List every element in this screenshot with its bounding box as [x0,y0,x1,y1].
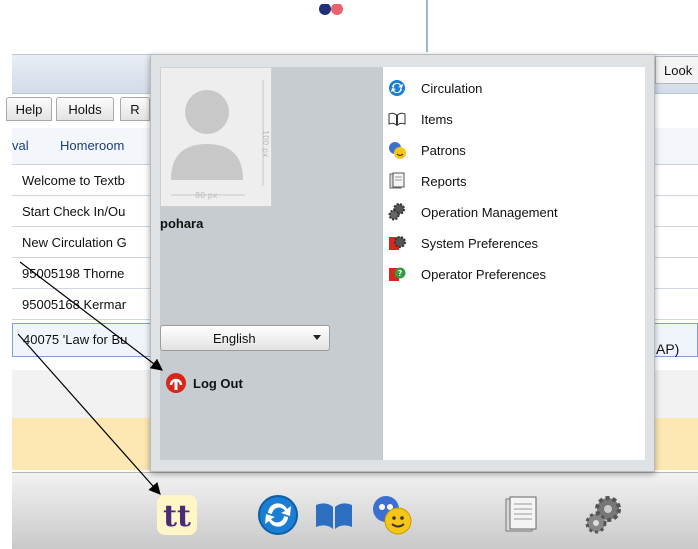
svg-text:?: ? [398,269,403,278]
reports-icon[interactable] [498,493,542,537]
operation-management-icon[interactable] [582,493,626,537]
menu-item-label: Items [421,111,453,127]
avatar-placeholder-icon: 100 px 80 px [171,80,270,200]
menu-item-items[interactable]: Items [388,107,453,131]
menu-item-patrons[interactable]: Patrons [388,138,466,162]
avatar: 100 px 80 px [160,67,272,207]
circulation-icon[interactable] [256,493,300,537]
items-icon [388,112,406,127]
photo-height-label: 100 px [261,130,270,158]
circulation-icon [389,80,405,96]
logout-button[interactable]: Log Out [165,372,243,394]
subnav-link-homeroom[interactable]: Homeroom [60,138,124,153]
photo-width-label: 80 px [195,191,218,200]
logout-icon [166,373,186,393]
menu-item-label: System Preferences [421,235,539,251]
app-logo-fragment [319,4,343,15]
operation-management-icon [388,203,405,221]
reports-icon [389,172,405,189]
patrons-icon[interactable] [370,493,414,537]
svg-text:tt: tt [163,499,191,534]
lookup-button[interactable]: Look [655,56,698,84]
language-select[interactable]: English [160,325,330,351]
menu-item-label: Patrons [421,142,466,158]
logout-label: Log Out [193,375,243,391]
tab-help[interactable]: Help [6,97,52,121]
patrons-icon [389,142,406,159]
menu-item-operation-management[interactable]: Operation Management [388,200,558,224]
menu-item-circulation[interactable]: Circulation [388,76,482,100]
subnav-link-val[interactable]: val [12,138,29,153]
menu-item-label: Reports [421,173,467,189]
username: pohara [160,216,204,231]
menu-item-label: Operation Management [421,204,558,220]
tab-truncated[interactable]: R [120,97,150,121]
menu-item-operator-preferences[interactable]: ? Operator Preferences [388,262,546,286]
chevron-down-icon [313,335,321,340]
items-icon[interactable] [312,493,356,537]
language-label: English [213,331,256,346]
tab-holds[interactable]: Holds [56,97,114,121]
system-preferences-icon [389,236,406,250]
textbook-tracker-logo-icon[interactable]: tt [155,493,199,537]
divider [426,0,428,52]
menu-item-system-preferences[interactable]: System Preferences [388,231,538,255]
operator-preferences-icon: ? [389,267,406,281]
row-tail-text: AP) [656,341,680,357]
menu-item-label: Circulation [421,80,483,96]
menu-item-reports[interactable]: Reports [388,169,467,193]
menu-item-label: Operator Preferences [421,266,547,282]
